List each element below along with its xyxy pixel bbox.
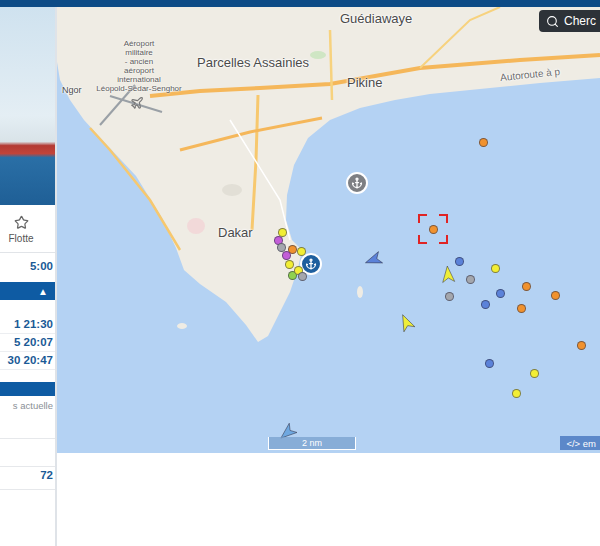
main: Guédiawaye Parcelles Assainies Pikine Dakar… (57, 7, 600, 546)
vessel-marker[interactable] (479, 138, 488, 147)
vessel-marker[interactable] (530, 369, 539, 378)
info-row (0, 439, 55, 467)
vessel-marker[interactable] (512, 389, 521, 398)
place-label: Pikine (347, 76, 382, 90)
vessel-arrow-icon[interactable] (440, 265, 455, 282)
search-placeholder: Cherc (564, 14, 596, 28)
divider (0, 252, 55, 253)
port-call-row: 5 20:07 (0, 334, 55, 352)
vessel-marker[interactable] (496, 289, 505, 298)
airport-label-line: - ancien (125, 57, 153, 66)
star-icon (14, 215, 29, 230)
vessel-marker[interactable] (491, 264, 500, 273)
place-label: Guédiawaye (340, 12, 412, 26)
vessel-marker[interactable] (285, 260, 294, 269)
vessel-marker[interactable] (522, 282, 531, 291)
fleet-button[interactable]: Flotte (0, 205, 42, 252)
airport-label-line: aéroport (124, 66, 154, 75)
vessel-marker[interactable] (298, 272, 307, 281)
page: Flotte 5:00 ▲ 1 21:305 20:0730 20:47 s actue… (0, 0, 600, 546)
port-call-row: 1 21:30 (0, 316, 55, 334)
place-label: Parcelles Assainies (197, 56, 309, 70)
vessel-marker[interactable] (481, 300, 490, 309)
info-value: 72 (0, 467, 55, 490)
section-header (0, 382, 55, 396)
anchor-icon (351, 177, 363, 189)
collapse-arrow: ▲ (38, 286, 48, 297)
page-background (57, 453, 600, 546)
vessel-marker[interactable] (282, 251, 291, 260)
vessel-marker[interactable] (455, 257, 464, 266)
vessel-panel: Flotte 5:00 ▲ 1 21:305 20:0730 20:47 s actue… (0, 7, 57, 546)
body: Flotte 5:00 ▲ 1 21:305 20:0730 20:47 s actue… (0, 7, 600, 546)
info-row (0, 411, 55, 439)
vessel-photo (0, 7, 55, 205)
anchorage-marker[interactable] (346, 172, 368, 194)
vessel-marker[interactable] (429, 225, 438, 234)
search-field[interactable]: Cherc (539, 10, 600, 32)
vessel-marker[interactable] (551, 291, 560, 300)
embed-button[interactable]: </> em (560, 436, 600, 450)
port-call-row: 30 20:47 (0, 352, 55, 370)
section-toggle[interactable]: ▲ (0, 282, 55, 300)
airport-label-line: Léopold-Sédar-Senghor (96, 84, 181, 93)
place-label: Ngor (62, 86, 82, 96)
vessel-marker[interactable] (485, 359, 494, 368)
airport-label-line: Aéroport (124, 39, 155, 48)
vessel-arrow-icon[interactable] (396, 311, 415, 331)
fleet-label: Flotte (8, 233, 33, 244)
map[interactable]: Guédiawaye Parcelles Assainies Pikine Dakar… (57, 7, 600, 453)
airport-label: Aéroportmilitaire- ancienaéroportinterna… (87, 39, 191, 93)
scale-bar: 2 nm (268, 437, 356, 450)
search-icon (546, 15, 559, 28)
vessel-marker[interactable] (277, 243, 286, 252)
anchor-icon (305, 258, 317, 270)
selection-frame-icon (418, 214, 448, 244)
eta-time: 5:00 (0, 253, 55, 282)
vessel-marker[interactable] (466, 275, 475, 284)
vessel-arrow-icon[interactable] (363, 250, 383, 269)
vessel-marker[interactable] (445, 292, 454, 301)
vessel-marker[interactable] (297, 247, 306, 256)
top-bar (0, 0, 600, 7)
airport-icon (130, 96, 144, 110)
vessel-marker[interactable] (517, 304, 526, 313)
airport-label-line: militaire (125, 48, 153, 57)
status-label: s actuelle (0, 396, 55, 411)
place-label: Dakar (218, 226, 253, 240)
vessel-marker[interactable] (577, 341, 586, 350)
airport-label-line: international (117, 75, 161, 84)
